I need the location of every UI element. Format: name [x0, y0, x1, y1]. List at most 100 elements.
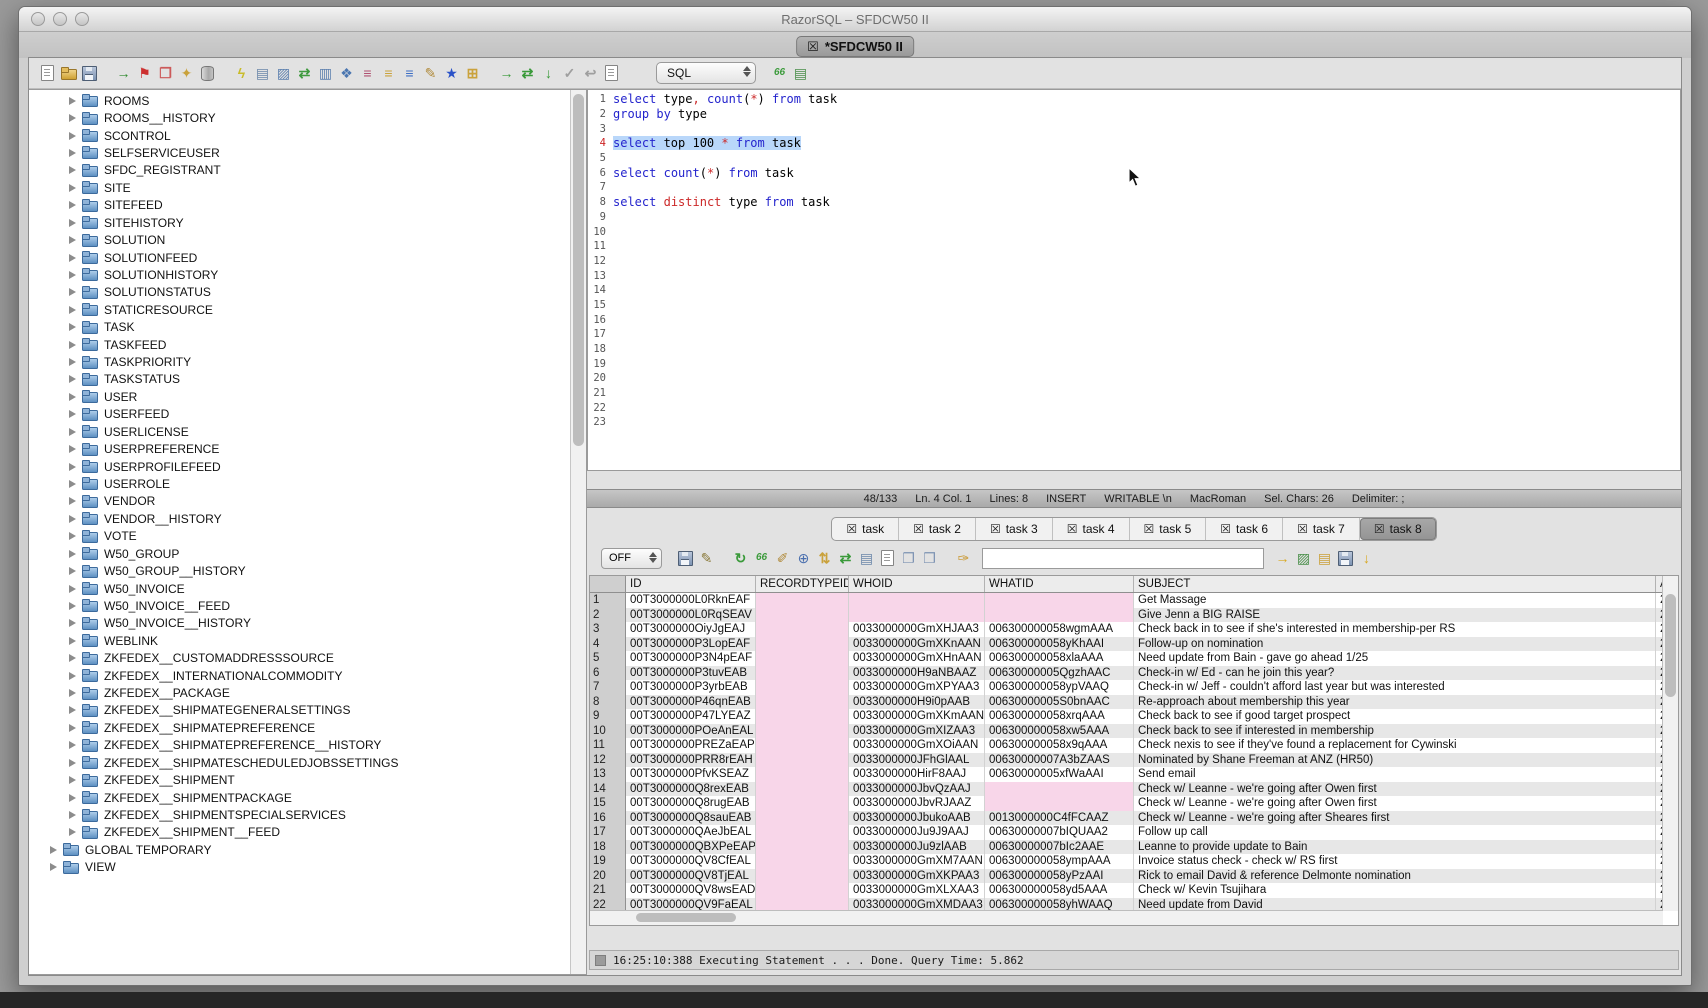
- tree-item-zkfedex-internationalcommodity[interactable]: ZKFEDEX__INTERNATIONALCOMMODITY: [29, 667, 570, 684]
- table-cell[interactable]: 0033000000GmXKPAA3: [849, 869, 985, 884]
- table-cell[interactable]: 0033000000GmXKmAAN: [849, 709, 985, 724]
- table-cell[interactable]: Check back in to see if she's interested…: [1134, 622, 1656, 637]
- disclosure-triangle-icon[interactable]: [69, 393, 76, 401]
- result-tab-task-7[interactable]: ☒task 7: [1283, 518, 1360, 540]
- find-text-icon[interactable]: 66: [769, 63, 790, 83]
- table-cell[interactable]: [756, 593, 849, 608]
- disclosure-triangle-icon[interactable]: [69, 724, 76, 732]
- tree-item-w50-invoice-history[interactable]: W50_INVOICE__HISTORY: [29, 615, 570, 632]
- disclosure-triangle-icon[interactable]: [69, 149, 76, 157]
- table-cell[interactable]: 006300000058yPzAAI: [985, 869, 1134, 884]
- table-cell[interactable]: [756, 796, 849, 811]
- table-cell[interactable]: [756, 695, 849, 710]
- row-number-cell[interactable]: 12: [590, 753, 626, 768]
- editor-line-19[interactable]: 19: [588, 356, 1680, 371]
- table-cell[interactable]: Need update from David: [1134, 898, 1656, 912]
- row-number-cell[interactable]: 19: [590, 854, 626, 869]
- tree-item-scontrol[interactable]: SCONTROL: [29, 127, 570, 144]
- table-cell[interactable]: 00T3000000P3N4pEAF: [626, 651, 756, 666]
- tree-scrollbar-thumb[interactable]: [573, 94, 584, 446]
- table-cell[interactable]: [756, 883, 849, 898]
- table-horizontal-scrollbar[interactable]: [590, 910, 1663, 925]
- reload-query-icon[interactable]: ⇄: [835, 548, 856, 568]
- table-vertical-scrollbar[interactable]: [1662, 576, 1678, 911]
- tree-item-user[interactable]: USER: [29, 388, 570, 405]
- table-cell[interactable]: Give Jenn a BIG RAISE: [1134, 608, 1656, 623]
- table-cell[interactable]: 006300000058ypVAAQ: [985, 680, 1134, 695]
- disclosure-triangle-icon[interactable]: [69, 358, 76, 366]
- disclosure-triangle-icon[interactable]: [69, 271, 76, 279]
- editor-line-7[interactable]: 7: [588, 180, 1680, 195]
- table-cell[interactable]: 00T3000000P46qnEAB: [626, 695, 756, 710]
- result-tab-task-6[interactable]: ☒task 6: [1206, 518, 1283, 540]
- table-cell[interactable]: Get Massage: [1134, 593, 1656, 608]
- disclosure-triangle-icon[interactable]: [69, 428, 76, 436]
- column-header-whatid[interactable]: WHATID: [985, 576, 1134, 592]
- table-cell[interactable]: 00T3000000P47LYEAZ: [626, 709, 756, 724]
- find-in-results-icon[interactable]: 66: [751, 548, 772, 568]
- table-row[interactable]: 1700T3000000QAeJbEAL0033000000Ju9J9AAJ00…: [590, 825, 1663, 840]
- table-cell[interactable]: 00T3000000OiyJgEAJ: [626, 622, 756, 637]
- row-number-cell[interactable]: 1: [590, 593, 626, 608]
- new-note-icon[interactable]: ▤: [1314, 548, 1335, 568]
- table-cell[interactable]: 00T3000000Q8sauEAB: [626, 811, 756, 826]
- column-header-id[interactable]: ID: [626, 576, 756, 592]
- save-results-icon[interactable]: [675, 548, 696, 568]
- editor-line-17[interactable]: 17: [588, 327, 1680, 342]
- table-cell[interactable]: Nominated by Shane Freeman at ANZ (HR50): [1134, 753, 1656, 768]
- tree-item-solution[interactable]: SOLUTION: [29, 231, 570, 248]
- disclosure-triangle-icon[interactable]: [69, 637, 76, 645]
- table-cell[interactable]: [756, 753, 849, 768]
- result-tab-task[interactable]: ☒task: [832, 518, 899, 540]
- disclosure-triangle-icon[interactable]: [69, 288, 76, 296]
- table-export-icon[interactable]: ⊞: [462, 63, 483, 83]
- table-cell[interactable]: [756, 854, 849, 869]
- table-cell[interactable]: 006300000058yd5AAA: [985, 883, 1134, 898]
- table-cell[interactable]: [756, 782, 849, 797]
- close-icon[interactable]: ☒: [807, 40, 819, 53]
- table-cell[interactable]: 00T3000000PRR8rEAH: [626, 753, 756, 768]
- table-cell[interactable]: [756, 622, 849, 637]
- table-cell[interactable]: [849, 608, 985, 623]
- table-cell[interactable]: 0033000000Ju9J9AAJ: [849, 825, 985, 840]
- tree-item-taskfeed[interactable]: TASKFEED: [29, 336, 570, 353]
- table-cell[interactable]: 0033000000JFhGlAAL: [849, 753, 985, 768]
- table-cell[interactable]: 0033000000H9aNBAAZ: [849, 666, 985, 681]
- disclosure-triangle-icon[interactable]: [69, 550, 76, 558]
- table-cell[interactable]: Follow-up on nomination: [1134, 637, 1656, 652]
- tree-scrollbar[interactable]: [570, 90, 586, 974]
- table-cell[interactable]: 006300000058wgmAAA: [985, 622, 1134, 637]
- disclosure-triangle-icon[interactable]: [69, 306, 76, 314]
- tree-item-rooms-history[interactable]: ROOMS__HISTORY: [29, 109, 570, 126]
- disclosure-triangle-icon[interactable]: [69, 254, 76, 262]
- table-cell[interactable]: 00T3000000QV8wsEAD: [626, 883, 756, 898]
- filter-off-select[interactable]: OFF: [601, 548, 662, 569]
- create-object-icon[interactable]: ✦: [176, 63, 197, 83]
- disclosure-triangle-icon[interactable]: [69, 445, 76, 453]
- editor-line-10[interactable]: 10: [588, 224, 1680, 239]
- database-icon[interactable]: [197, 63, 218, 83]
- disclosure-triangle-icon[interactable]: [69, 741, 76, 749]
- tree-item-taskstatus[interactable]: TASKSTATUS: [29, 371, 570, 388]
- refresh-results-icon[interactable]: ↻: [730, 548, 751, 568]
- tree-item-zkfedex-shipment[interactable]: ZKFEDEX__SHIPMENT: [29, 771, 570, 788]
- disclosure-triangle-icon[interactable]: [69, 654, 76, 662]
- tree-item-solutionhistory[interactable]: SOLUTIONHISTORY: [29, 266, 570, 283]
- table-cell[interactable]: Check w/ Leanne - we're going after Owen…: [1134, 782, 1656, 797]
- result-list-icon[interactable]: ≡: [357, 63, 378, 83]
- result-tab-task-4[interactable]: ☒task 4: [1053, 518, 1130, 540]
- table-row[interactable]: 1800T3000000QBXPeEAP0033000000Ju9zlAAB00…: [590, 840, 1663, 855]
- column-header-whoid[interactable]: WHOID: [849, 576, 985, 592]
- editor-line-14[interactable]: 14: [588, 283, 1680, 298]
- table-cell[interactable]: [756, 680, 849, 695]
- table-row[interactable]: 900T3000000P47LYEAZ0033000000GmXKmAAN006…: [590, 709, 1663, 724]
- tree-item-site[interactable]: SITE: [29, 179, 570, 196]
- tree-item-userprofilefeed[interactable]: USERPROFILEFEED: [29, 458, 570, 475]
- table-cell[interactable]: 00630000007bIc2AAE: [985, 840, 1134, 855]
- rollback-icon[interactable]: ↩: [580, 63, 601, 83]
- table-cell[interactable]: Check-in w/ Jeff - couldn't afford last …: [1134, 680, 1656, 695]
- tree-item-view[interactable]: VIEW: [29, 859, 570, 876]
- tree-item-zkfedex-shipmentspecialservices[interactable]: ZKFEDEX__SHIPMENTSPECIALSERVICES: [29, 806, 570, 823]
- disclosure-triangle-icon[interactable]: [69, 828, 76, 836]
- result-tab-task-8[interactable]: ☒task 8: [1360, 518, 1436, 540]
